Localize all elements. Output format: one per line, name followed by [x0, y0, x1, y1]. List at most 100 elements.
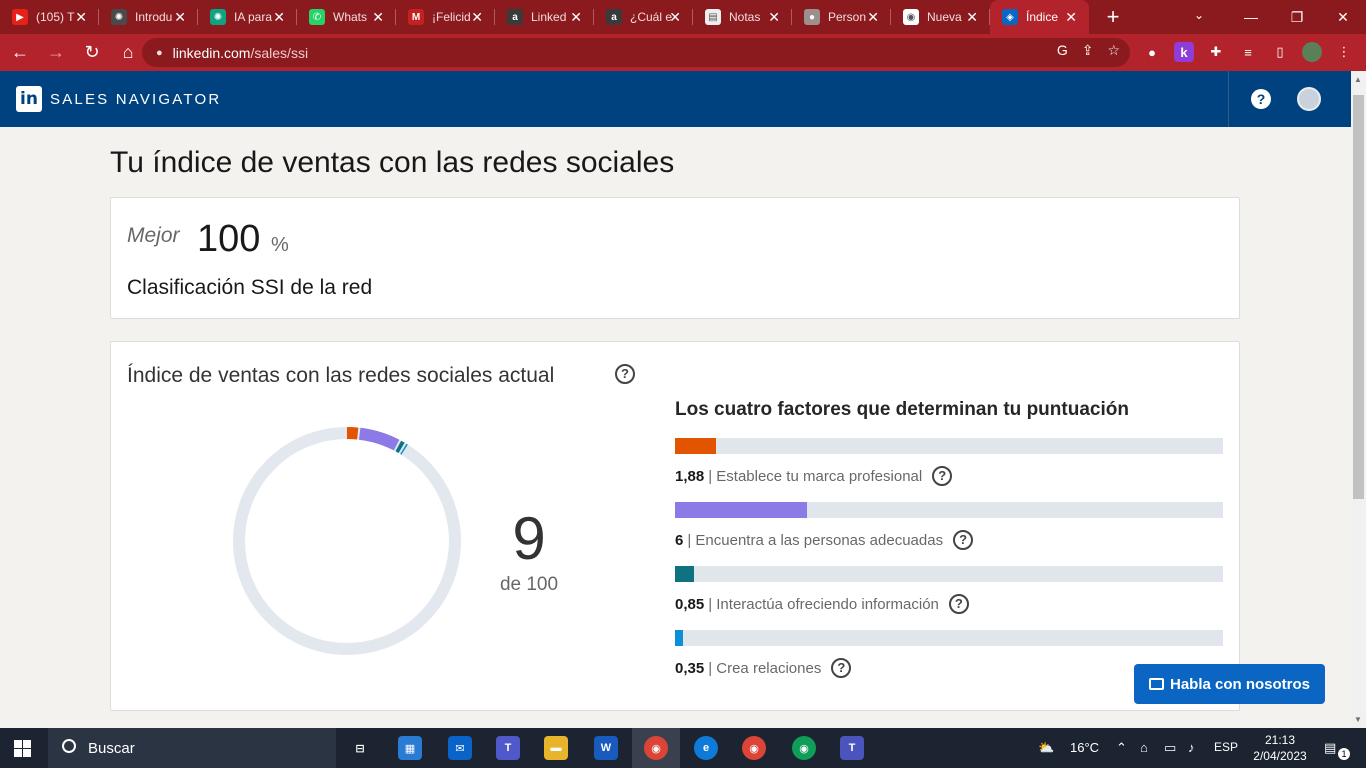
minimize-icon[interactable]: —: [1228, 0, 1274, 34]
address-bar[interactable]: ● linkedin.com/sales/ssi G ⇪ ☆: [142, 38, 1130, 67]
browser-tab[interactable]: a ¿Cuál e ✕: [594, 0, 693, 34]
ssi-help-icon[interactable]: ?: [615, 364, 635, 384]
page-scrollbar[interactable]: ▲ ▼: [1351, 71, 1366, 728]
tab-close-icon[interactable]: ✕: [768, 9, 780, 25]
taskbar-clock[interactable]: 21:13 2/04/2023: [1252, 732, 1308, 764]
factor-help-icon[interactable]: ?: [948, 594, 969, 614]
taskbar-search-label: Buscar: [88, 739, 135, 757]
browser-tab[interactable]: ▤ Notas ✕: [693, 0, 792, 34]
help-icon[interactable]: ?: [1251, 89, 1271, 109]
google-icon[interactable]: G: [1057, 42, 1068, 59]
ssi-donut-chart: [233, 427, 461, 655]
lock-icon: ●: [156, 46, 163, 59]
ssi-score: 9: [512, 505, 546, 572]
store-icon[interactable]: ▦: [398, 736, 422, 760]
tab-close-icon[interactable]: ✕: [669, 9, 681, 25]
factor-bar-fill: [675, 566, 694, 582]
tab-close-icon[interactable]: ✕: [174, 9, 186, 25]
browser-tab[interactable]: M ¡Felicid ✕: [396, 0, 495, 34]
home-button[interactable]: ⌂: [112, 37, 144, 69]
task-view-icon[interactable]: ⊟: [348, 736, 372, 760]
tab-favicon-icon: ✺: [210, 9, 226, 25]
weather-temp[interactable]: 16°C: [1070, 740, 1099, 755]
tab-search-icon[interactable]: ⌄: [1194, 8, 1204, 22]
tray-chevron-icon[interactable]: ⌃: [1116, 740, 1127, 756]
side-panel-icon[interactable]: ▯: [1270, 42, 1290, 62]
tab-close-icon[interactable]: ✕: [273, 9, 285, 25]
tab-title: Notas: [729, 10, 761, 24]
browser-tab[interactable]: ◈ Índice ✕: [990, 0, 1089, 34]
browser-tab[interactable]: ✺ IA para ✕: [198, 0, 297, 34]
weather-icon[interactable]: ⛅: [1038, 740, 1054, 756]
bookmark-star-icon[interactable]: ☆: [1107, 42, 1120, 59]
brand-name[interactable]: SALES NAVIGATOR: [50, 91, 221, 108]
notifications-icon[interactable]: ▤: [1324, 740, 1336, 756]
factor-bar-fill: [675, 502, 807, 518]
browser-tab[interactable]: ◉ Nueva ✕: [891, 0, 990, 34]
scroll-down-icon[interactable]: ▼: [1354, 715, 1362, 724]
factor-name: | Establece tu marca profesional: [708, 467, 923, 485]
chat-with-us-button[interactable]: Habla con nosotros: [1134, 664, 1325, 704]
browser-tab[interactable]: ▶ (105) T ✕: [0, 0, 99, 34]
file-explorer-icon[interactable]: ▬: [544, 736, 568, 760]
factor-label: 1,88 | Establece tu marca profesional?: [675, 466, 1223, 486]
windows-start-icon[interactable]: [14, 740, 31, 757]
forward-button[interactable]: →: [40, 37, 72, 69]
tab-close-icon[interactable]: ✕: [1065, 9, 1077, 25]
factor-help-icon[interactable]: ?: [953, 530, 974, 550]
language-indicator[interactable]: ESP: [1214, 740, 1238, 754]
reading-list-icon[interactable]: ≡: [1238, 42, 1258, 62]
chrome-icon[interactable]: ◉: [644, 736, 668, 760]
factor-help-icon[interactable]: ?: [932, 466, 953, 486]
extension-record-icon[interactable]: ●: [1142, 42, 1162, 62]
extensions-puzzle-icon[interactable]: ✚: [1206, 42, 1226, 62]
chat-button-label: Habla con nosotros: [1169, 675, 1311, 693]
tab-close-icon[interactable]: ✕: [471, 9, 483, 25]
browser-tab[interactable]: a Linked ✕: [495, 0, 594, 34]
tab-title: Nueva: [927, 10, 962, 24]
word-icon[interactable]: W: [594, 736, 618, 760]
scroll-up-icon[interactable]: ▲: [1354, 75, 1362, 84]
profile-avatar-icon[interactable]: [1302, 42, 1322, 62]
tab-close-icon[interactable]: ✕: [372, 9, 384, 25]
network-icon[interactable]: ⌂: [1140, 740, 1148, 755]
close-window-icon[interactable]: ✕: [1320, 0, 1366, 34]
linkedin-logo[interactable]: in: [16, 86, 42, 112]
share-icon[interactable]: ⇪: [1082, 42, 1094, 59]
edge-icon[interactable]: e: [694, 736, 718, 760]
menu-kebab-icon[interactable]: ⋮: [1334, 42, 1354, 62]
url-host: linkedin.com: [172, 44, 251, 61]
tab-close-icon[interactable]: ✕: [75, 9, 87, 25]
back-button[interactable]: ←: [4, 37, 36, 69]
tab-close-icon[interactable]: ✕: [966, 9, 978, 25]
user-avatar[interactable]: [1297, 87, 1321, 111]
factor-name: | Encuentra a las personas adecuadas: [687, 531, 944, 549]
teams-meeting-icon[interactable]: T: [840, 736, 864, 760]
reload-button[interactable]: ↻: [76, 37, 108, 69]
factor-bar-track: [675, 566, 1223, 582]
page-title: Tu índice de ventas con las redes social…: [110, 146, 675, 179]
browser-tab[interactable]: ● Person ✕: [792, 0, 891, 34]
taskbar-search[interactable]: Buscar: [48, 728, 336, 768]
sales-navigator-header: in SALES NAVIGATOR ?: [0, 71, 1351, 127]
extension-k-icon[interactable]: k: [1174, 42, 1194, 62]
header-divider: [1228, 71, 1229, 127]
factor-label: 6 | Encuentra a las personas adecuadas?: [675, 530, 1223, 550]
teams-icon[interactable]: T: [496, 736, 520, 760]
chrome-alt-icon[interactable]: ◉: [792, 736, 816, 760]
new-tab-button[interactable]: +: [1101, 4, 1125, 30]
factor-row: 6 | Encuentra a las personas adecuadas?: [675, 502, 1223, 550]
chrome-profile-icon[interactable]: ◉: [742, 736, 766, 760]
restore-icon[interactable]: ❐: [1274, 0, 1320, 34]
battery-icon[interactable]: ▭: [1164, 740, 1176, 756]
tab-title: Índice: [1026, 10, 1059, 24]
tab-close-icon[interactable]: ✕: [570, 9, 582, 25]
volume-icon[interactable]: ♪: [1188, 740, 1195, 755]
browser-tab[interactable]: ✆ Whats ✕: [297, 0, 396, 34]
browser-tabstrip: ▶ (105) T ✕ ✺ Introdu ✕ ✺ IA para ✕ ✆ Whats ✕ M ¡Feli…: [0, 0, 1366, 34]
factor-help-icon[interactable]: ?: [831, 658, 852, 678]
browser-tab[interactable]: ✺ Introdu ✕: [99, 0, 198, 34]
mail-icon[interactable]: ✉: [448, 736, 472, 760]
tab-close-icon[interactable]: ✕: [867, 9, 879, 25]
scroll-thumb[interactable]: [1353, 95, 1364, 499]
